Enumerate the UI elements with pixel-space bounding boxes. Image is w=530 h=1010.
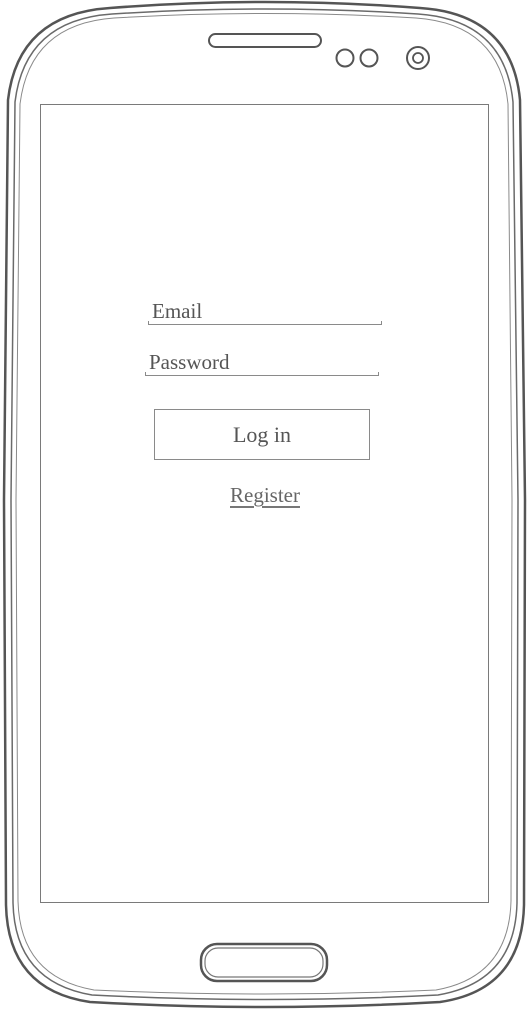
home-button-inner [204,947,324,978]
password-label: Password [149,350,230,374]
front-camera-icon [406,46,430,70]
email-label: Email [152,299,203,323]
password-underline [145,372,379,376]
speaker-grille [208,33,322,48]
email-field[interactable]: Email [148,299,382,325]
sensor-left-icon [335,48,355,68]
home-button[interactable] [199,942,329,983]
front-camera-lens-icon [412,52,424,64]
email-underline [148,321,382,325]
password-field[interactable]: Password [145,350,379,376]
login-button[interactable]: Log in [154,409,370,460]
sensor-right-icon [359,48,379,68]
login-button-label: Log in [232,421,292,447]
register-link[interactable]: Register [230,482,300,508]
